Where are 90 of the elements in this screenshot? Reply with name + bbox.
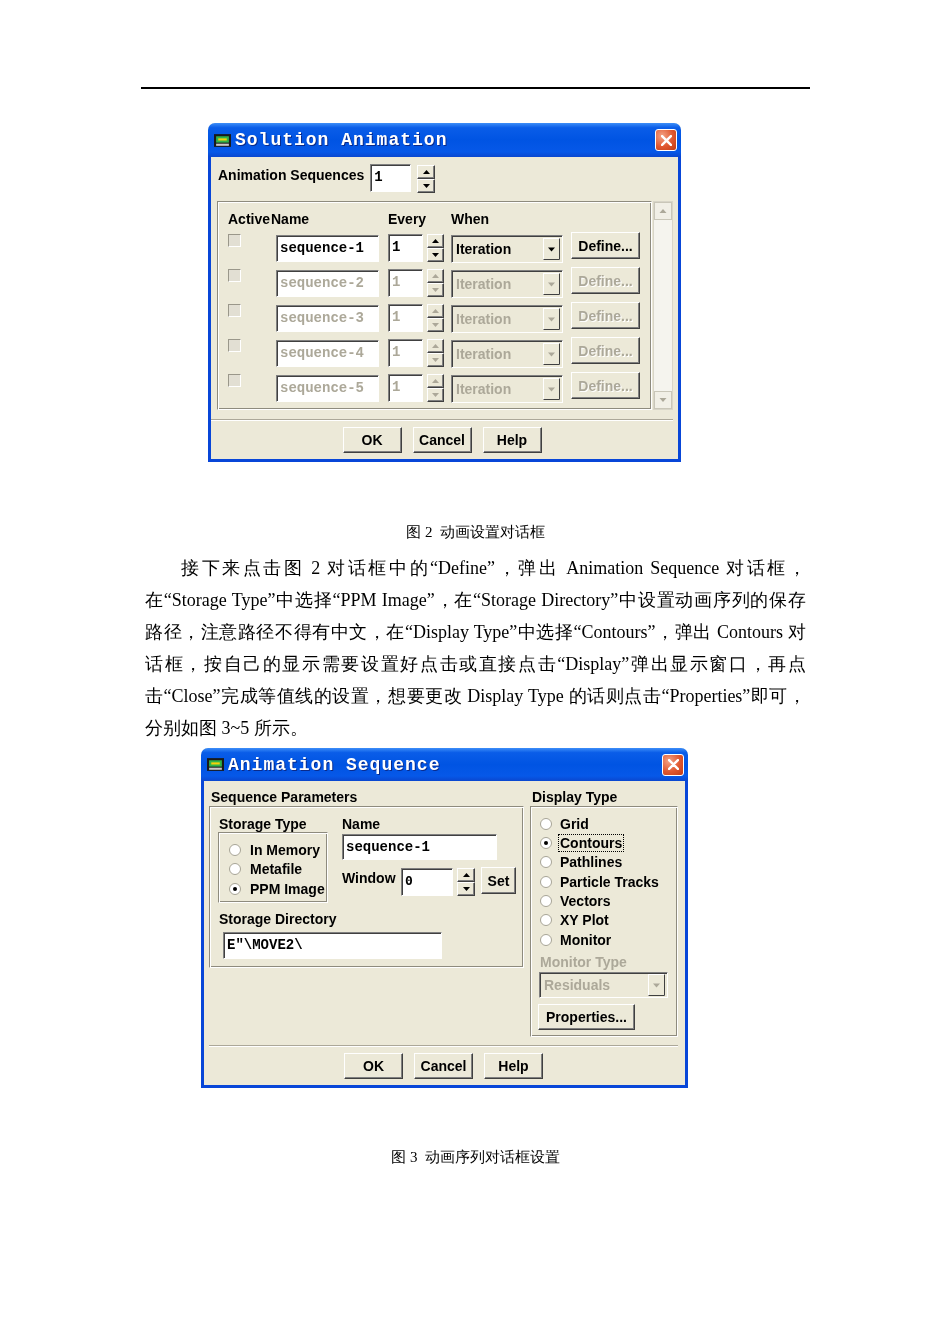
scrollbar[interactable]	[653, 201, 673, 410]
option-label: PPM Image	[249, 879, 326, 898]
radio-button[interactable]	[540, 856, 552, 869]
spinner-control[interactable]	[427, 304, 444, 332]
dropdown-arrow-icon	[543, 238, 560, 260]
option-label: Particle Tracks	[559, 872, 660, 891]
dropdown-arrow-icon	[543, 378, 560, 400]
down-triangle-icon	[422, 184, 430, 188]
radio-button[interactable]	[540, 837, 552, 849]
radio-button[interactable]	[540, 817, 552, 830]
column-header: Every	[388, 212, 427, 227]
option-label: XY Plot	[559, 911, 610, 930]
window-field[interactable]: 0	[401, 868, 453, 896]
option-label: Grid	[559, 814, 590, 833]
count-field[interactable]: 1	[370, 164, 412, 192]
option-label: In Memory	[249, 840, 321, 859]
option-label: Monitor	[559, 930, 613, 949]
down-triangle-icon	[432, 253, 439, 257]
radio-button[interactable]	[540, 875, 552, 888]
radio-button[interactable]	[540, 914, 552, 927]
down-triangle-icon	[432, 323, 439, 327]
name-field[interactable]: sequence-1	[276, 235, 379, 262]
up-triangle-icon	[462, 873, 470, 877]
dialog-button[interactable]: Help	[484, 1053, 543, 1079]
scroll-up-icon	[654, 202, 672, 220]
spinner-control[interactable]	[457, 868, 475, 896]
option-label: Pathlines	[559, 853, 624, 872]
group-label: Display Type	[532, 789, 618, 806]
column-header: Name	[271, 212, 310, 227]
down-triangle-icon	[432, 358, 439, 362]
when-dropdown[interactable]: Iteration	[451, 235, 563, 263]
field-label: Window	[342, 870, 396, 886]
close-icon	[667, 759, 679, 770]
radio-button[interactable]	[540, 894, 552, 907]
define-button[interactable]: Define...	[571, 232, 640, 259]
option-label: Vectors	[559, 891, 612, 910]
dropdown-arrow-icon	[543, 343, 560, 365]
close-icon	[660, 134, 672, 146]
field-label: Name	[342, 817, 381, 834]
down-triangle-icon	[432, 288, 439, 292]
option-label: Metafile	[249, 860, 304, 879]
up-triangle-icon	[432, 344, 439, 348]
up-triangle-icon	[432, 239, 439, 243]
every-field[interactable]: 1	[388, 234, 423, 262]
radio-button[interactable]	[229, 882, 241, 895]
dropdown-arrow-icon	[543, 308, 560, 330]
app-icon	[207, 758, 224, 771]
radio-button[interactable]	[540, 933, 552, 946]
close-button[interactable]	[655, 129, 677, 151]
name-field[interactable]: sequence-1	[342, 834, 497, 860]
body-paragraph: 接下来点击图 2 对话框中的“Define”，弹出 Animation Sequence 对话框，在“Storage Type”中选择“PPM Image”，在“Storage Directory”中设置动画序列的保存路径，注意路径不得有中文，在“Display Type”中选择“Contours”，弹出 Contours 对话框，按自己的显示需要设置好点击或直接点击“Display”弹出显示窗口，再点击“Close”完成等值线的设置，想要更改 Display Type 的话则点击“Properties”即可，分别如图 3~5 所示。	[145, 557, 806, 740]
window-title: Solution Animation	[235, 130, 449, 150]
dialog-button[interactable]: Cancel	[412, 427, 472, 453]
dropdown-arrow-icon	[543, 273, 560, 295]
spinner-control[interactable]	[427, 374, 444, 402]
dropdown-arrow-icon	[648, 974, 665, 997]
figure-caption: 图 3 动画序列对话框设置	[390, 1148, 561, 1167]
set-button[interactable]: Set	[481, 867, 516, 894]
column-header: When	[451, 212, 490, 227]
field-label: Storage Type	[219, 817, 307, 832]
group-label: Sequence Parameters	[211, 789, 358, 806]
close-button[interactable]	[662, 753, 684, 776]
up-triangle-icon	[432, 274, 439, 278]
checkbox[interactable]	[228, 234, 241, 247]
up-triangle-icon	[432, 309, 439, 313]
properties-button[interactable]: Properties...	[538, 1004, 635, 1031]
radio-button[interactable]	[229, 863, 241, 876]
dialog-button[interactable]: OK	[344, 1053, 403, 1079]
field-label: Animation Sequences	[218, 167, 365, 183]
option-label: Contours	[558, 834, 625, 852]
figure-caption: 图 2 动画设置对话框	[405, 523, 546, 542]
dialog-button[interactable]: Cancel	[414, 1053, 473, 1079]
spinner-control[interactable]	[417, 165, 436, 193]
app-icon	[214, 133, 231, 147]
spinner-control[interactable]	[427, 339, 444, 367]
dialog-button[interactable]: OK	[342, 427, 402, 453]
spinner-control[interactable]	[427, 234, 444, 262]
field-label: Storage Directory	[219, 911, 337, 928]
down-triangle-icon	[462, 887, 470, 891]
column-header: Active	[228, 212, 271, 227]
spinner-control[interactable]	[427, 269, 444, 297]
down-triangle-icon	[432, 393, 439, 397]
up-triangle-icon	[432, 379, 439, 383]
up-triangle-icon	[422, 170, 430, 174]
dialog-button[interactable]: Help	[482, 427, 542, 453]
field-label: Monitor Type	[540, 954, 627, 971]
window-title: Animation Sequence	[228, 754, 442, 775]
scroll-down-icon	[654, 391, 672, 409]
directory-field[interactable]: E"\MOVE2\	[223, 932, 442, 959]
radio-button[interactable]	[229, 843, 241, 856]
